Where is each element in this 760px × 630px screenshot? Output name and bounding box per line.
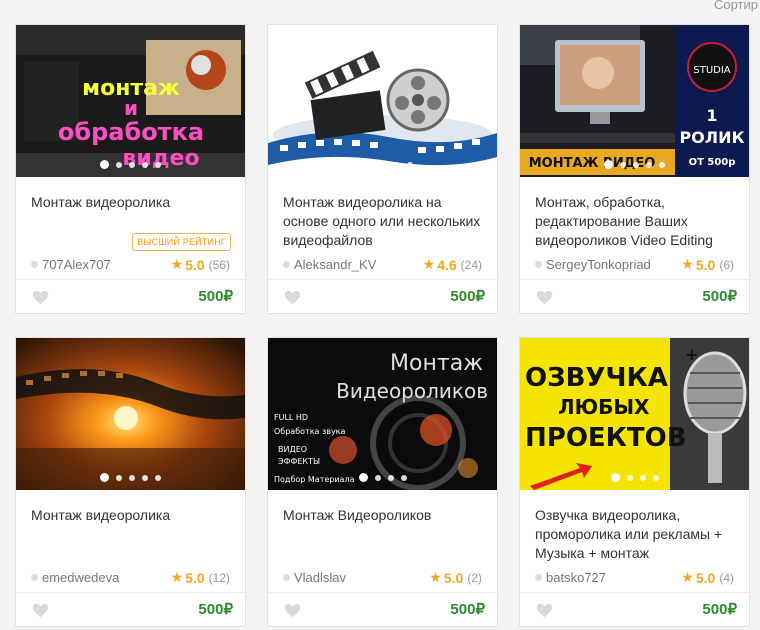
thumb-text-2: и [124,96,138,120]
star-icon: ★ [422,256,436,272]
gig-title[interactable]: Монтаж видеоролика [31,506,230,563]
seller-name[interactable]: Aleksandr_KV [294,257,376,272]
sort-label[interactable]: Сортир [714,0,758,12]
thumb-text-3: обработка [58,118,204,146]
gig-thumbnail[interactable]: + ОЗВУЧКА ЛЮБЫХ ПРОЕКТОВ [520,338,749,490]
thumb-line-3: ПРОЕКТОВ [525,423,687,453]
seller-name[interactable]: Vladlslav [294,570,346,585]
thumbnail-image [268,25,497,177]
thumb-word: РОЛИК [679,128,744,147]
review-count: (56) [208,257,230,272]
thumb-number: 1 [706,106,717,125]
price: 500₽ [198,288,233,305]
star-icon: ★ [681,569,694,585]
thumbnail-image [16,338,245,490]
thumb-line-1: ОЗВУЧКА [525,363,668,393]
gig-card[interactable]: монтаж и обработка видео Монтаж видеорол… [15,24,246,314]
thumb-line-1: Монтаж [390,351,483,376]
price: 500₽ [450,288,485,305]
review-count: (12) [208,570,230,585]
heart-icon[interactable] [283,288,302,305]
thumb-studio-text: STUDIA [693,65,730,76]
thumb-plus: + [685,345,698,364]
gig-title[interactable]: Монтаж Видеороликов [283,506,482,563]
price: 500₽ [702,601,737,618]
gig-title[interactable]: Монтаж, обработка, редактирование Ваших … [535,193,734,250]
thumb-feature-4: ЭФФЕКТЫ [278,457,320,466]
online-status-icon [283,574,290,581]
review-count: (2) [467,570,482,585]
gig-title[interactable]: Озвучка видеоролика, проморолика или рек… [535,506,734,563]
star-icon: ★ [170,256,184,272]
gig-card[interactable]: + ОЗВУЧКА ЛЮБЫХ ПРОЕКТОВ Озвучка видеоро… [519,337,750,627]
seller-name[interactable]: SergeyTonkopriad [546,257,651,272]
rating-value: 5.0 [185,256,205,273]
online-status-icon [283,261,290,268]
gig-card[interactable]: Монтаж видеоролика emedwedeva ★ 5.0 (12)… [15,337,246,627]
online-status-icon [535,261,542,268]
gig-card[interactable]: Монтаж видеоролика на основе одного или … [267,24,498,314]
heart-icon[interactable] [535,601,554,618]
gig-title[interactable]: Монтаж видеоролика на основе одного или … [283,193,482,250]
heart-icon[interactable] [535,288,554,305]
carousel-dots[interactable] [268,160,497,169]
rating-value: 5.0 [695,256,716,273]
rating-value: 5.0 [443,569,464,586]
review-count: (24) [460,257,482,272]
rating-value: 4.6 [437,256,457,273]
carousel-dots[interactable] [520,473,749,482]
gig-thumbnail[interactable]: монтаж и обработка видео [16,25,245,177]
star-icon: ★ [681,256,694,272]
seller-name[interactable]: emedwedeva [42,570,119,585]
review-count: (6) [719,257,734,272]
thumb-feature-3: ВИДЕО [278,445,307,454]
price: 500₽ [198,601,233,618]
star-icon: ★ [429,569,442,585]
heart-icon[interactable] [31,601,50,618]
thumb-line-2: ЛЮБЫХ [558,395,650,419]
online-status-icon [31,574,38,581]
online-status-icon [535,574,542,581]
heart-icon[interactable] [283,601,302,618]
star-icon: ★ [170,569,184,585]
carousel-dots[interactable] [16,473,245,482]
carousel-dots[interactable] [268,473,497,482]
thumb-feature-2: Обработка звука [274,427,346,436]
gig-thumbnail[interactable] [16,338,245,490]
gig-card[interactable]: STUDIA 1 РОЛИК ОТ 500р МОНТАЖ ВИДЕО Монт… [519,24,750,314]
thumb-feature-1: FULL HD [274,413,308,422]
online-status-icon [31,261,38,268]
thumbnail-image: монтаж и обработка видео [16,25,245,177]
price: 500₽ [450,601,485,618]
top-rating-badge: ВЫСШИЙ РЕЙТИНГ [132,233,231,251]
thumb-line-2: Видеороликов [336,379,488,403]
rating-value: 5.0 [695,569,716,586]
gig-thumbnail[interactable] [268,25,497,177]
seller-name[interactable]: batsko727 [546,570,606,585]
rating-value: 5.0 [185,569,205,586]
thumbnail-image: Монтаж Видеороликов FULL HD Обработка зв… [268,338,497,490]
thumbnail-image: STUDIA 1 РОЛИК ОТ 500р МОНТАЖ ВИДЕО [520,25,749,177]
seller-name[interactable]: 707Alex707 [42,257,111,272]
gig-thumbnail[interactable]: STUDIA 1 РОЛИК ОТ 500р МОНТАЖ ВИДЕО [520,25,749,177]
carousel-dots[interactable] [520,160,749,169]
heart-icon[interactable] [31,288,50,305]
gig-thumbnail[interactable]: Монтаж Видеороликов FULL HD Обработка зв… [268,338,497,490]
price: 500₽ [702,288,737,305]
gig-card[interactable]: Монтаж Видеороликов FULL HD Обработка зв… [267,337,498,627]
review-count: (4) [719,570,734,585]
carousel-dots[interactable] [16,160,245,169]
thumbnail-image: + ОЗВУЧКА ЛЮБЫХ ПРОЕКТОВ [520,338,749,490]
